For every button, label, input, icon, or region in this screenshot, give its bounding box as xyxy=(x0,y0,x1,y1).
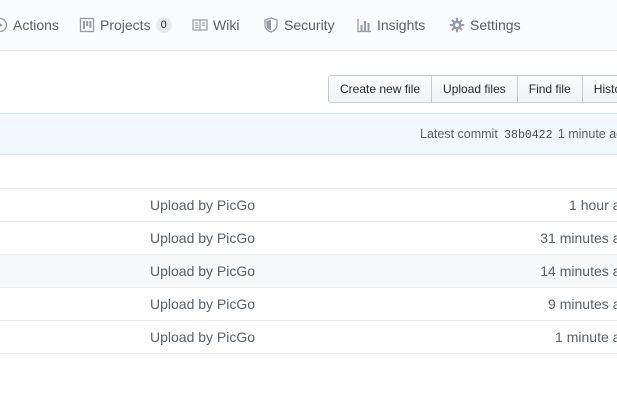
shield-icon xyxy=(263,17,279,33)
tab-insights[interactable]: Insights xyxy=(356,0,425,50)
upload-files-button[interactable]: Upload files xyxy=(431,75,518,103)
table-row-parent xyxy=(0,155,617,188)
commit-age: 9 minutes ago xyxy=(548,296,617,312)
book-icon xyxy=(192,17,208,33)
tab-settings[interactable]: Settings xyxy=(449,0,521,50)
commit-sha[interactable]: 38b0422 xyxy=(504,129,552,142)
commit-age: 14 minutes ago xyxy=(540,263,617,279)
tab-insights-label: Insights xyxy=(377,17,426,33)
file-table: Upload by PicGo 1 hour ago Upload by Pic… xyxy=(0,155,617,354)
commit-age: 1 hour ago xyxy=(569,197,617,213)
table-row: Upload by PicGo 31 minutes ago xyxy=(0,221,617,254)
commit-tease: Latest commit 38b0422 1 minute ago xyxy=(0,113,617,155)
table-row: Upload by PicGo 1 minute ago xyxy=(0,320,617,354)
table-row: Upload by PicGo 9 minutes ago xyxy=(0,287,617,320)
latest-commit: Latest commit 38b0422 1 minute ago xyxy=(420,127,617,142)
table-row: Upload by PicGo 1 hour ago xyxy=(0,188,617,221)
commit-message[interactable]: Upload by PicGo xyxy=(150,230,255,246)
tab-security[interactable]: Security xyxy=(263,0,335,50)
graph-icon xyxy=(356,17,372,33)
commit-message[interactable]: Upload by PicGo xyxy=(150,197,255,213)
tab-wiki[interactable]: Wiki xyxy=(192,0,239,50)
commit-message[interactable]: Upload by PicGo xyxy=(150,296,255,312)
projects-counter: 0 xyxy=(155,17,172,33)
play-icon xyxy=(0,17,8,33)
table-row: Upload by PicGo 14 minutes ago xyxy=(0,254,617,287)
tab-projects[interactable]: Projects 0 xyxy=(79,0,172,50)
project-icon xyxy=(79,17,95,33)
tab-settings-label: Settings xyxy=(470,17,521,33)
find-file-button[interactable]: Find file xyxy=(516,75,583,103)
history-button[interactable]: History xyxy=(581,75,617,103)
repo-nav: Actions Projects 0 Wiki Security Insight… xyxy=(0,0,617,51)
commit-age: 1 minute ago xyxy=(557,127,617,141)
latest-commit-label: Latest commit xyxy=(420,127,498,141)
file-navigation: Create new file Upload files Find file H… xyxy=(328,75,617,103)
gear-icon xyxy=(449,17,465,33)
commit-message[interactable]: Upload by PicGo xyxy=(150,329,255,345)
tab-projects-label: Projects xyxy=(100,17,151,33)
create-new-file-button[interactable]: Create new file xyxy=(328,75,433,103)
commit-age: 31 minutes ago xyxy=(540,230,617,246)
tab-actions[interactable]: Actions xyxy=(0,0,59,50)
commit-message[interactable]: Upload by PicGo xyxy=(150,263,255,279)
tab-actions-label: Actions xyxy=(13,17,59,33)
tab-wiki-label: Wiki xyxy=(213,17,240,33)
tab-security-label: Security xyxy=(284,17,335,33)
commit-age: 1 minute ago xyxy=(555,329,617,345)
